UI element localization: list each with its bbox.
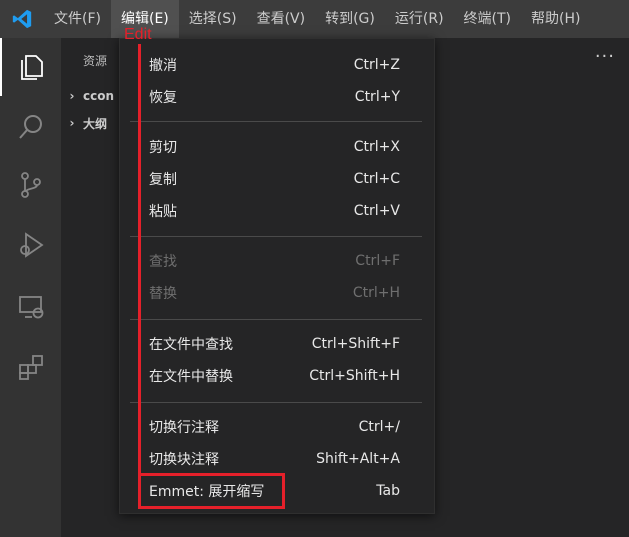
menu-item-shortcut: Ctrl+Y: [354, 89, 400, 105]
menu-item-shortcut: Ctrl+X: [353, 139, 400, 155]
menu-item-shortcut: Shift+Alt+A: [316, 451, 400, 467]
section-label: 大纲: [83, 116, 108, 131]
remote-explorer-icon[interactable]: [0, 278, 61, 336]
menu-item-label: 切换行注释: [149, 420, 219, 436]
menu-item-paste[interactable]: 粘贴 Ctrl+V: [120, 195, 434, 227]
menu-file[interactable]: 文件(F): [44, 0, 111, 38]
more-actions-icon[interactable]: ···: [595, 46, 615, 67]
menu-item-label: 在文件中替换: [149, 369, 233, 385]
source-control-icon[interactable]: [0, 156, 61, 214]
chevron-right-icon: ›: [69, 116, 75, 130]
menu-item-label: 替换: [149, 286, 177, 302]
annotation-line: [138, 44, 141, 508]
annotation-highlight-box: [138, 473, 285, 509]
menu-item-shortcut: Ctrl+Z: [353, 57, 400, 73]
menu-view[interactable]: 查看(V): [247, 0, 316, 38]
menu-item-shortcut: Ctrl+/: [358, 419, 400, 435]
menu-item-shortcut: Ctrl+C: [353, 171, 400, 187]
menu-item-label: 粘贴: [149, 204, 177, 220]
menu-item-label: 复制: [149, 172, 177, 188]
menu-separator: [130, 402, 422, 403]
menu-item-label: 切换块注释: [149, 452, 219, 468]
edit-menu-dropdown: 撤消 Ctrl+Z 恢复 Ctrl+Y 剪切 Ctrl+X 复制 Ctrl+C …: [119, 38, 435, 514]
menu-item-shortcut: Ctrl+Shift+F: [311, 336, 400, 352]
menu-item-label: 恢复: [149, 90, 177, 106]
menu-item-find[interactable]: 查找 Ctrl+F: [120, 245, 434, 277]
section-label: ccon: [83, 89, 115, 103]
menu-item-cut[interactable]: 剪切 Ctrl+X: [120, 131, 434, 163]
menu-separator: [130, 236, 422, 237]
activity-bar: [0, 38, 61, 537]
run-debug-icon[interactable]: [0, 216, 61, 274]
menu-help[interactable]: 帮助(H): [521, 0, 590, 38]
menu-run[interactable]: 运行(R): [385, 0, 454, 38]
menu-item-undo[interactable]: 撤消 Ctrl+Z: [120, 49, 434, 81]
menu-item-label: 在文件中查找: [149, 337, 233, 353]
menu-separator: [130, 121, 422, 122]
menu-go[interactable]: 转到(G): [315, 0, 385, 38]
menu-item-replace[interactable]: 替换 Ctrl+H: [120, 277, 434, 309]
menu-selection[interactable]: 选择(S): [179, 0, 247, 38]
search-icon[interactable]: [0, 98, 61, 156]
menu-item-copy[interactable]: 复制 Ctrl+C: [120, 163, 434, 195]
title-bar: 文件(F) 编辑(E) 选择(S) 查看(V) 转到(G) 运行(R) 终端(T…: [0, 0, 629, 38]
menu-item-label: 查找: [149, 254, 177, 270]
vscode-logo-icon: [10, 8, 34, 30]
menu-item-shortcut: Tab: [376, 483, 400, 499]
menu-terminal[interactable]: 终端(T): [454, 0, 521, 38]
extensions-icon[interactable]: [0, 338, 61, 396]
annotation-label: Edit: [124, 26, 152, 43]
menu-item-toggle-line-comment[interactable]: 切换行注释 Ctrl+/: [120, 411, 434, 443]
menu-item-shortcut: Ctrl+F: [355, 253, 400, 269]
menu-item-redo[interactable]: 恢复 Ctrl+Y: [120, 81, 434, 113]
menu-item-shortcut: Ctrl+H: [352, 285, 400, 301]
menu-item-toggle-block-comment[interactable]: 切换块注释 Shift+Alt+A: [120, 443, 434, 475]
sidebar-title: 资源: [83, 54, 108, 68]
explorer-icon[interactable]: [0, 38, 61, 96]
menu-item-label: 撤消: [149, 58, 177, 74]
menu-item-shortcut: Ctrl+Shift+H: [309, 368, 400, 384]
menu-item-replace-in-files[interactable]: 在文件中替换 Ctrl+Shift+H: [120, 360, 434, 392]
chevron-right-icon: ›: [69, 89, 75, 103]
menu-item-label: 剪切: [149, 140, 177, 156]
menu-separator: [130, 319, 422, 320]
menu-item-find-in-files[interactable]: 在文件中查找 Ctrl+Shift+F: [120, 328, 434, 360]
menu-item-shortcut: Ctrl+V: [353, 203, 400, 219]
